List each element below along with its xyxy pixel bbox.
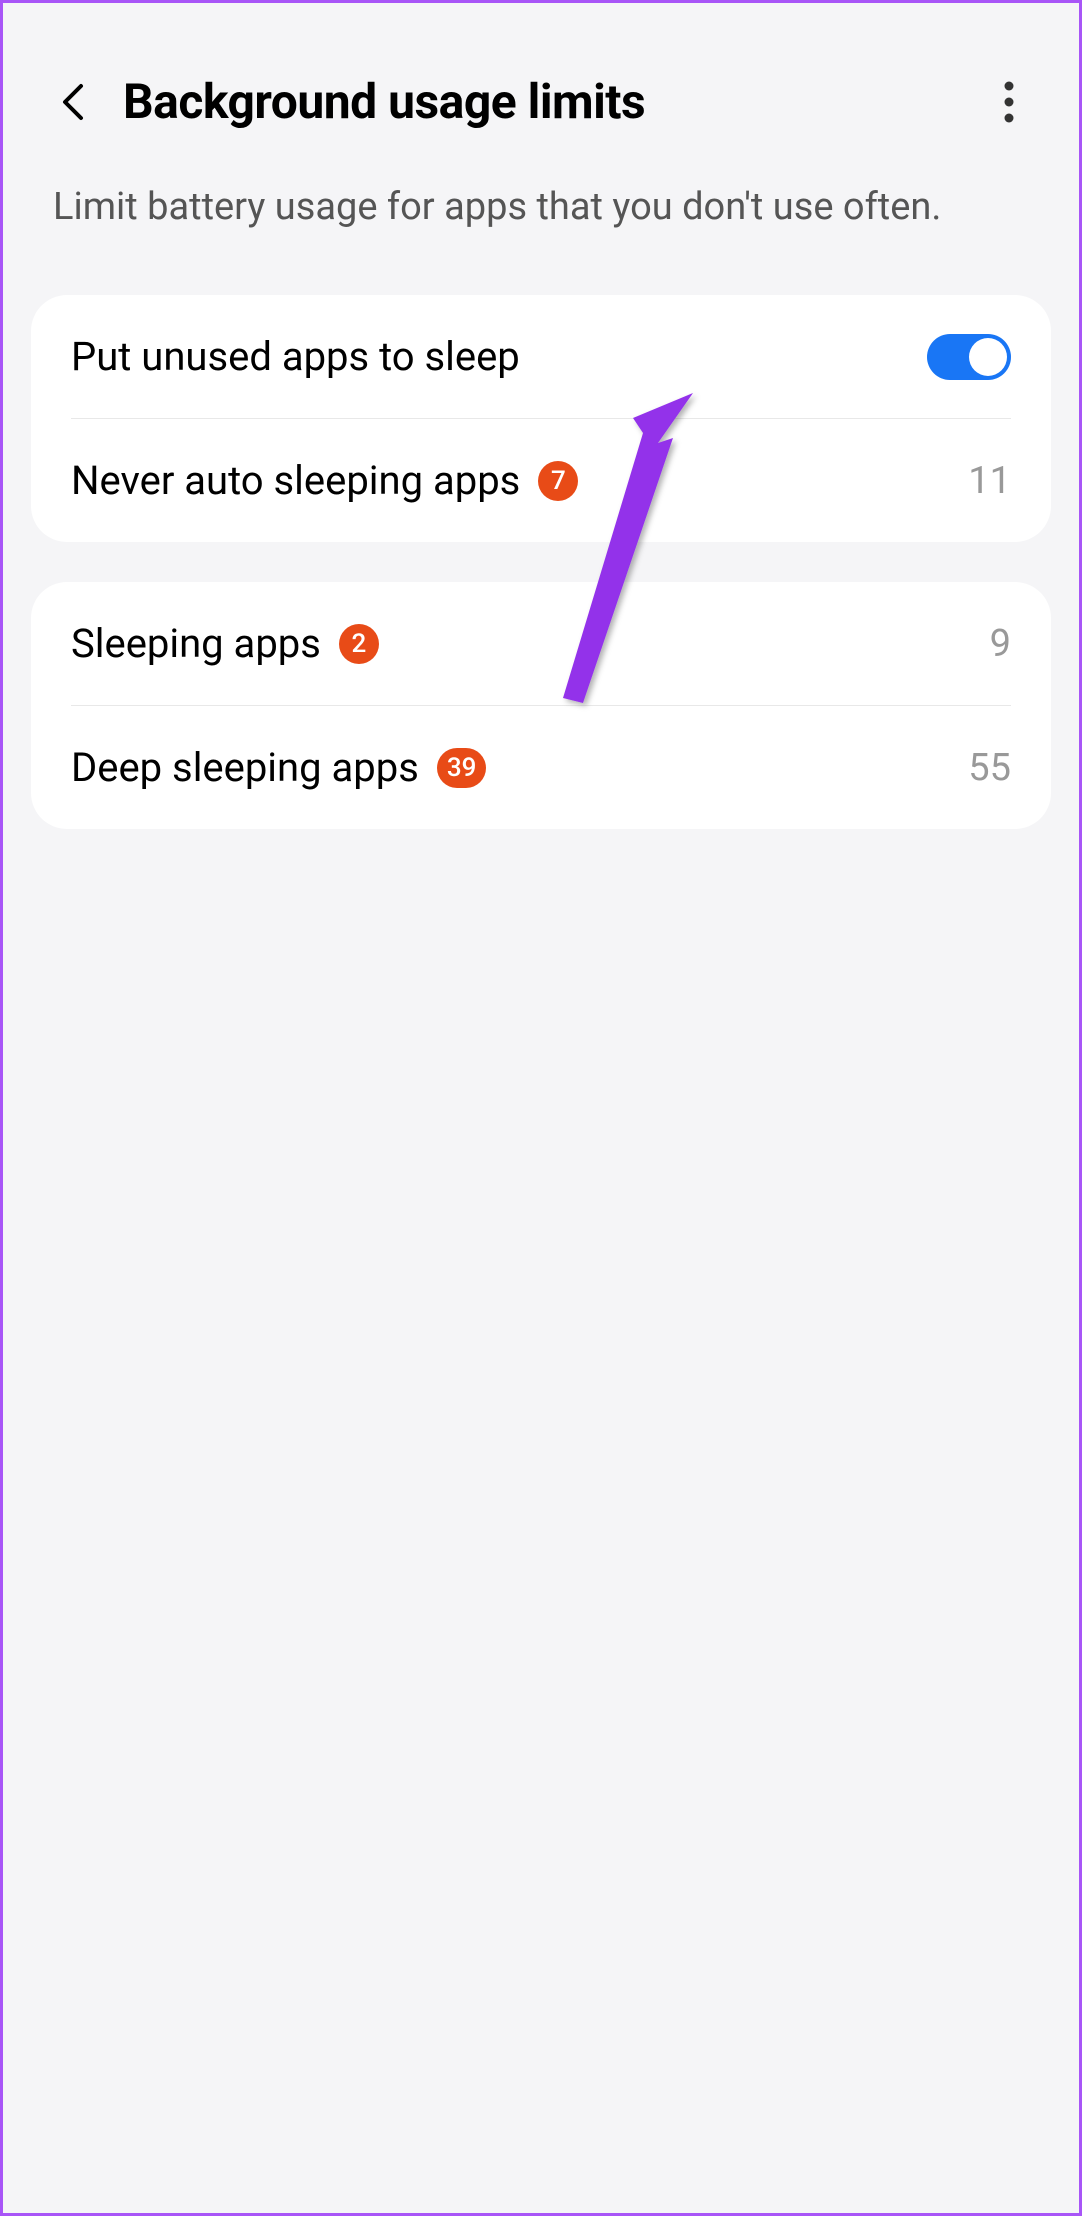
row-label-wrap: Deep sleeping apps 39	[71, 744, 968, 791]
row-label: Never auto sleeping apps	[71, 457, 520, 504]
card-secondary: Sleeping apps 2 9 Deep sleeping apps 39 …	[31, 582, 1051, 829]
app-count: 55	[968, 746, 1011, 790]
back-button[interactable]	[53, 82, 93, 122]
app-count: 11	[968, 459, 1011, 503]
page-title: Background usage limits	[123, 73, 959, 130]
notification-badge: 2	[339, 624, 379, 664]
more-options-button[interactable]	[989, 77, 1029, 127]
more-vertical-icon	[1004, 81, 1014, 123]
row-label-wrap: Put unused apps to sleep	[71, 333, 927, 380]
card-primary: Put unused apps to sleep Never auto slee…	[31, 295, 1051, 542]
notification-badge: 7	[538, 461, 578, 501]
app-count: 9	[990, 622, 1011, 666]
page-description: Limit battery usage for apps that you do…	[3, 160, 1079, 275]
row-deep-sleeping-apps[interactable]: Deep sleeping apps 39 55	[31, 706, 1051, 829]
row-label-wrap: Sleeping apps 2	[71, 620, 990, 667]
row-label: Put unused apps to sleep	[71, 333, 520, 380]
page-header: Background usage limits	[3, 3, 1079, 160]
row-put-unused-apps-to-sleep[interactable]: Put unused apps to sleep	[31, 295, 1051, 418]
row-never-auto-sleeping-apps[interactable]: Never auto sleeping apps 7 11	[31, 419, 1051, 542]
chevron-left-icon	[61, 82, 85, 122]
toggle-put-unused-apps-to-sleep[interactable]	[927, 334, 1011, 380]
row-label-wrap: Never auto sleeping apps 7	[71, 457, 968, 504]
row-label: Deep sleeping apps	[71, 744, 419, 791]
toggle-knob	[969, 338, 1007, 376]
row-sleeping-apps[interactable]: Sleeping apps 2 9	[31, 582, 1051, 705]
notification-badge: 39	[437, 748, 487, 788]
row-label: Sleeping apps	[71, 620, 321, 667]
